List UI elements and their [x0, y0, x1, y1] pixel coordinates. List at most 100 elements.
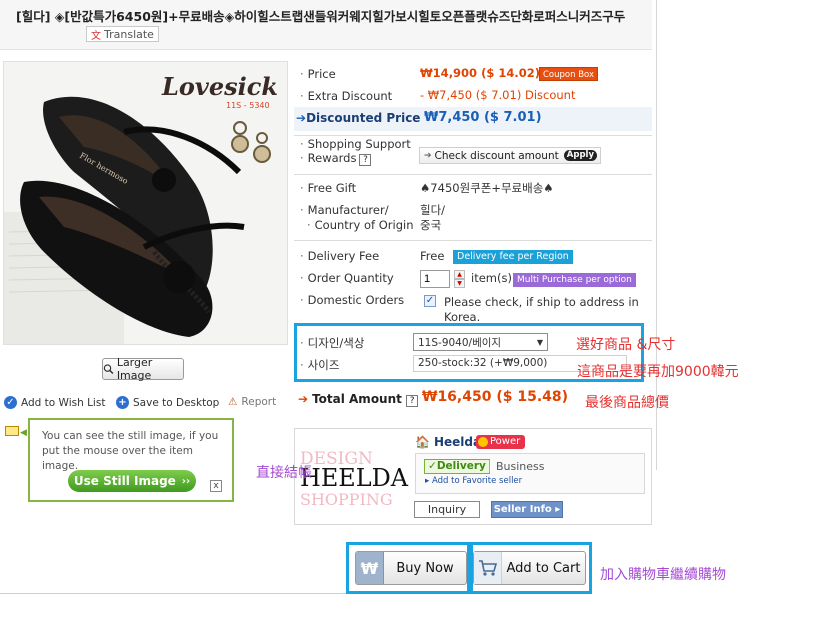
- close-button[interactable]: x: [210, 480, 222, 492]
- multi-purchase-button[interactable]: Multi Purchase per option: [513, 273, 636, 287]
- free-gift-value: ♠7450원쿠폰+무료배송♠: [420, 181, 554, 195]
- seller-name[interactable]: 🏠 Heelda: [415, 435, 481, 449]
- add-to-wish-list-link[interactable]: ✓ Add to Wish List: [4, 396, 105, 409]
- design-color-value: 11S-9040/베이지: [418, 336, 502, 349]
- help-icon[interactable]: ?: [406, 395, 419, 407]
- svg-text:SHOPPING: SHOPPING: [300, 490, 393, 508]
- check-icon: ✓: [428, 460, 437, 472]
- arrow-icon: ◀: [20, 428, 27, 438]
- save-to-desktop-link[interactable]: + Save to Desktop: [116, 396, 219, 409]
- mail-icon[interactable]: [5, 426, 19, 436]
- magnifier-icon: [103, 364, 114, 375]
- translate-button[interactable]: 文 Translate: [86, 26, 159, 42]
- divider: [294, 240, 652, 241]
- arrow-right-icon: ➔: [296, 111, 307, 125]
- image-brand-script: Lovesick: [161, 72, 278, 101]
- note-direct-checkout: 直接結帳: [256, 465, 312, 481]
- seller-logo[interactable]: DESIGN HEELDA SHOPPING: [298, 446, 410, 508]
- extra-discount-value: - ₩7,450 ($ 7.01) Discount: [420, 88, 576, 102]
- image-code: 11S - 5340: [226, 101, 270, 110]
- note-extra-cost: 這商品是要再加9000韓元: [577, 364, 739, 380]
- manufacturer-value: 힐다/: [420, 203, 446, 217]
- delivery-fee-value: Free: [420, 249, 445, 263]
- buy-now-label: Buy Now: [396, 560, 454, 576]
- item-unit-label: item(s): [471, 271, 512, 285]
- svg-text:HEELDA: HEELDA: [300, 464, 409, 492]
- larger-image-label: Larger Image: [116, 356, 153, 382]
- buy-now-button[interactable]: ₩ Buy Now: [355, 551, 467, 585]
- add-to-cart-button[interactable]: Add to Cart: [473, 551, 586, 585]
- order-quantity-label: Order Quantity: [300, 271, 394, 285]
- use-still-image-button[interactable]: Use Still Image ››: [68, 470, 196, 492]
- translate-label: Translate: [104, 27, 154, 41]
- arrow-right-icon: ▸: [425, 476, 430, 486]
- check-discount-label: Check discount amount: [434, 149, 559, 162]
- discounted-price-label: ➔Discounted Price: [296, 111, 421, 125]
- domestic-orders-label: Domestic Orders: [300, 293, 405, 307]
- price-value: ₩14,900 ($ 14.02): [420, 66, 540, 80]
- divider: [294, 174, 652, 175]
- shopping-support-label: Shopping Support: [300, 137, 411, 151]
- bottom-divider: [0, 593, 346, 594]
- arrow-right-icon: ➔: [298, 392, 309, 406]
- price-label: Price: [300, 67, 336, 81]
- design-color-label: 디자인/색상: [300, 335, 365, 351]
- larger-image-button[interactable]: Larger Image: [102, 356, 184, 382]
- report-link[interactable]: ⚠ Report: [228, 396, 276, 408]
- note-add-to-cart: 加入購物車繼續購物: [600, 567, 726, 583]
- business-label: Business: [496, 460, 545, 473]
- sandal-photo: Flor hermoso Lovesick 11S - 5340: [4, 62, 287, 344]
- won-icon: ₩: [356, 552, 384, 584]
- apply-badge: Apply: [563, 150, 597, 161]
- shop-icon: 🏠: [415, 435, 430, 449]
- wish-list-label: Add to Wish List: [21, 396, 106, 409]
- size-label: 사이즈: [300, 357, 340, 373]
- delivery-tag: ✓Delivery: [424, 459, 490, 474]
- product-image[interactable]: Flor hermoso Lovesick 11S - 5340: [3, 61, 288, 345]
- save-desktop-label: Save to Desktop: [133, 396, 220, 409]
- divider: [489, 460, 490, 472]
- origin-label: Country of Origin: [300, 218, 414, 232]
- add-favorite-seller-link[interactable]: ▸ Add to Favorite seller: [425, 476, 522, 486]
- quantity-stepper[interactable]: ▲ ▼: [454, 270, 465, 288]
- increment-icon[interactable]: ▲: [454, 270, 465, 279]
- chevron-down-icon: ▼: [536, 337, 543, 347]
- check-circle-icon: ✓: [4, 396, 17, 409]
- product-title-block: [힐다] ◈[반값특가6450원]+무료배송◈하이힐스트랩샌들워커웨지힐가보시힐…: [0, 0, 652, 50]
- decrement-icon[interactable]: ▼: [454, 279, 465, 288]
- check-discount-button[interactable]: ➔ Check discount amount Apply: [419, 147, 601, 164]
- rewards-label: Rewards?: [300, 151, 372, 166]
- note-select-option: 選好商品 &尺寸: [576, 337, 676, 353]
- delivery-fee-region-button[interactable]: Delivery fee per Region: [453, 250, 573, 264]
- ship-korea-text: Please check, if ship to address in Kore…: [444, 295, 639, 324]
- chevron-right-icon: ▸: [555, 504, 561, 515]
- extra-discount-label: Extra Discount: [300, 89, 393, 103]
- report-label: Report: [241, 396, 277, 408]
- use-still-image-label: Use Still Image: [73, 474, 176, 488]
- translate-icon: 文: [91, 30, 101, 42]
- double-chevron-right-icon: ››: [181, 475, 191, 487]
- product-title: [힐다] ◈[반값특가6450원]+무료배송◈하이힐스트랩샌들워커웨지힐가보시힐…: [16, 9, 626, 24]
- still-image-message: You can see the still image, if you put …: [42, 430, 219, 472]
- free-gift-label: Free Gift: [300, 181, 357, 195]
- inquiry-button[interactable]: Inquiry: [414, 501, 480, 518]
- design-color-select[interactable]: 11S-9040/베이지 ▼: [413, 333, 548, 351]
- discounted-price-value: ₩7,450 ($ 7.01): [424, 110, 542, 125]
- delivery-fee-label: Delivery Fee: [300, 249, 380, 263]
- cart-icon: [474, 552, 502, 584]
- power-badge: Power: [476, 435, 526, 449]
- ship-korea-checkbox[interactable]: ✓: [424, 295, 436, 307]
- note-total-price: 最後商品總價: [585, 395, 669, 411]
- manufacturer-label: Manufacturer/: [300, 203, 389, 217]
- quantity-input[interactable]: [420, 270, 450, 288]
- coupon-box-button[interactable]: Coupon Box: [539, 67, 599, 81]
- seller-info-button[interactable]: Seller Info ▸: [491, 501, 563, 518]
- total-amount-label: ➔ Total Amount ?: [298, 392, 419, 407]
- still-image-popup: You can see the still image, if you put …: [28, 418, 234, 502]
- report-icon: ⚠: [228, 396, 238, 408]
- plus-circle-icon: +: [116, 396, 129, 409]
- help-icon[interactable]: ?: [359, 154, 372, 166]
- power-dot-icon: [478, 437, 488, 447]
- total-amount-value: ₩16,450 ($ 15.48): [422, 389, 569, 405]
- add-to-cart-label: Add to Cart: [506, 560, 581, 576]
